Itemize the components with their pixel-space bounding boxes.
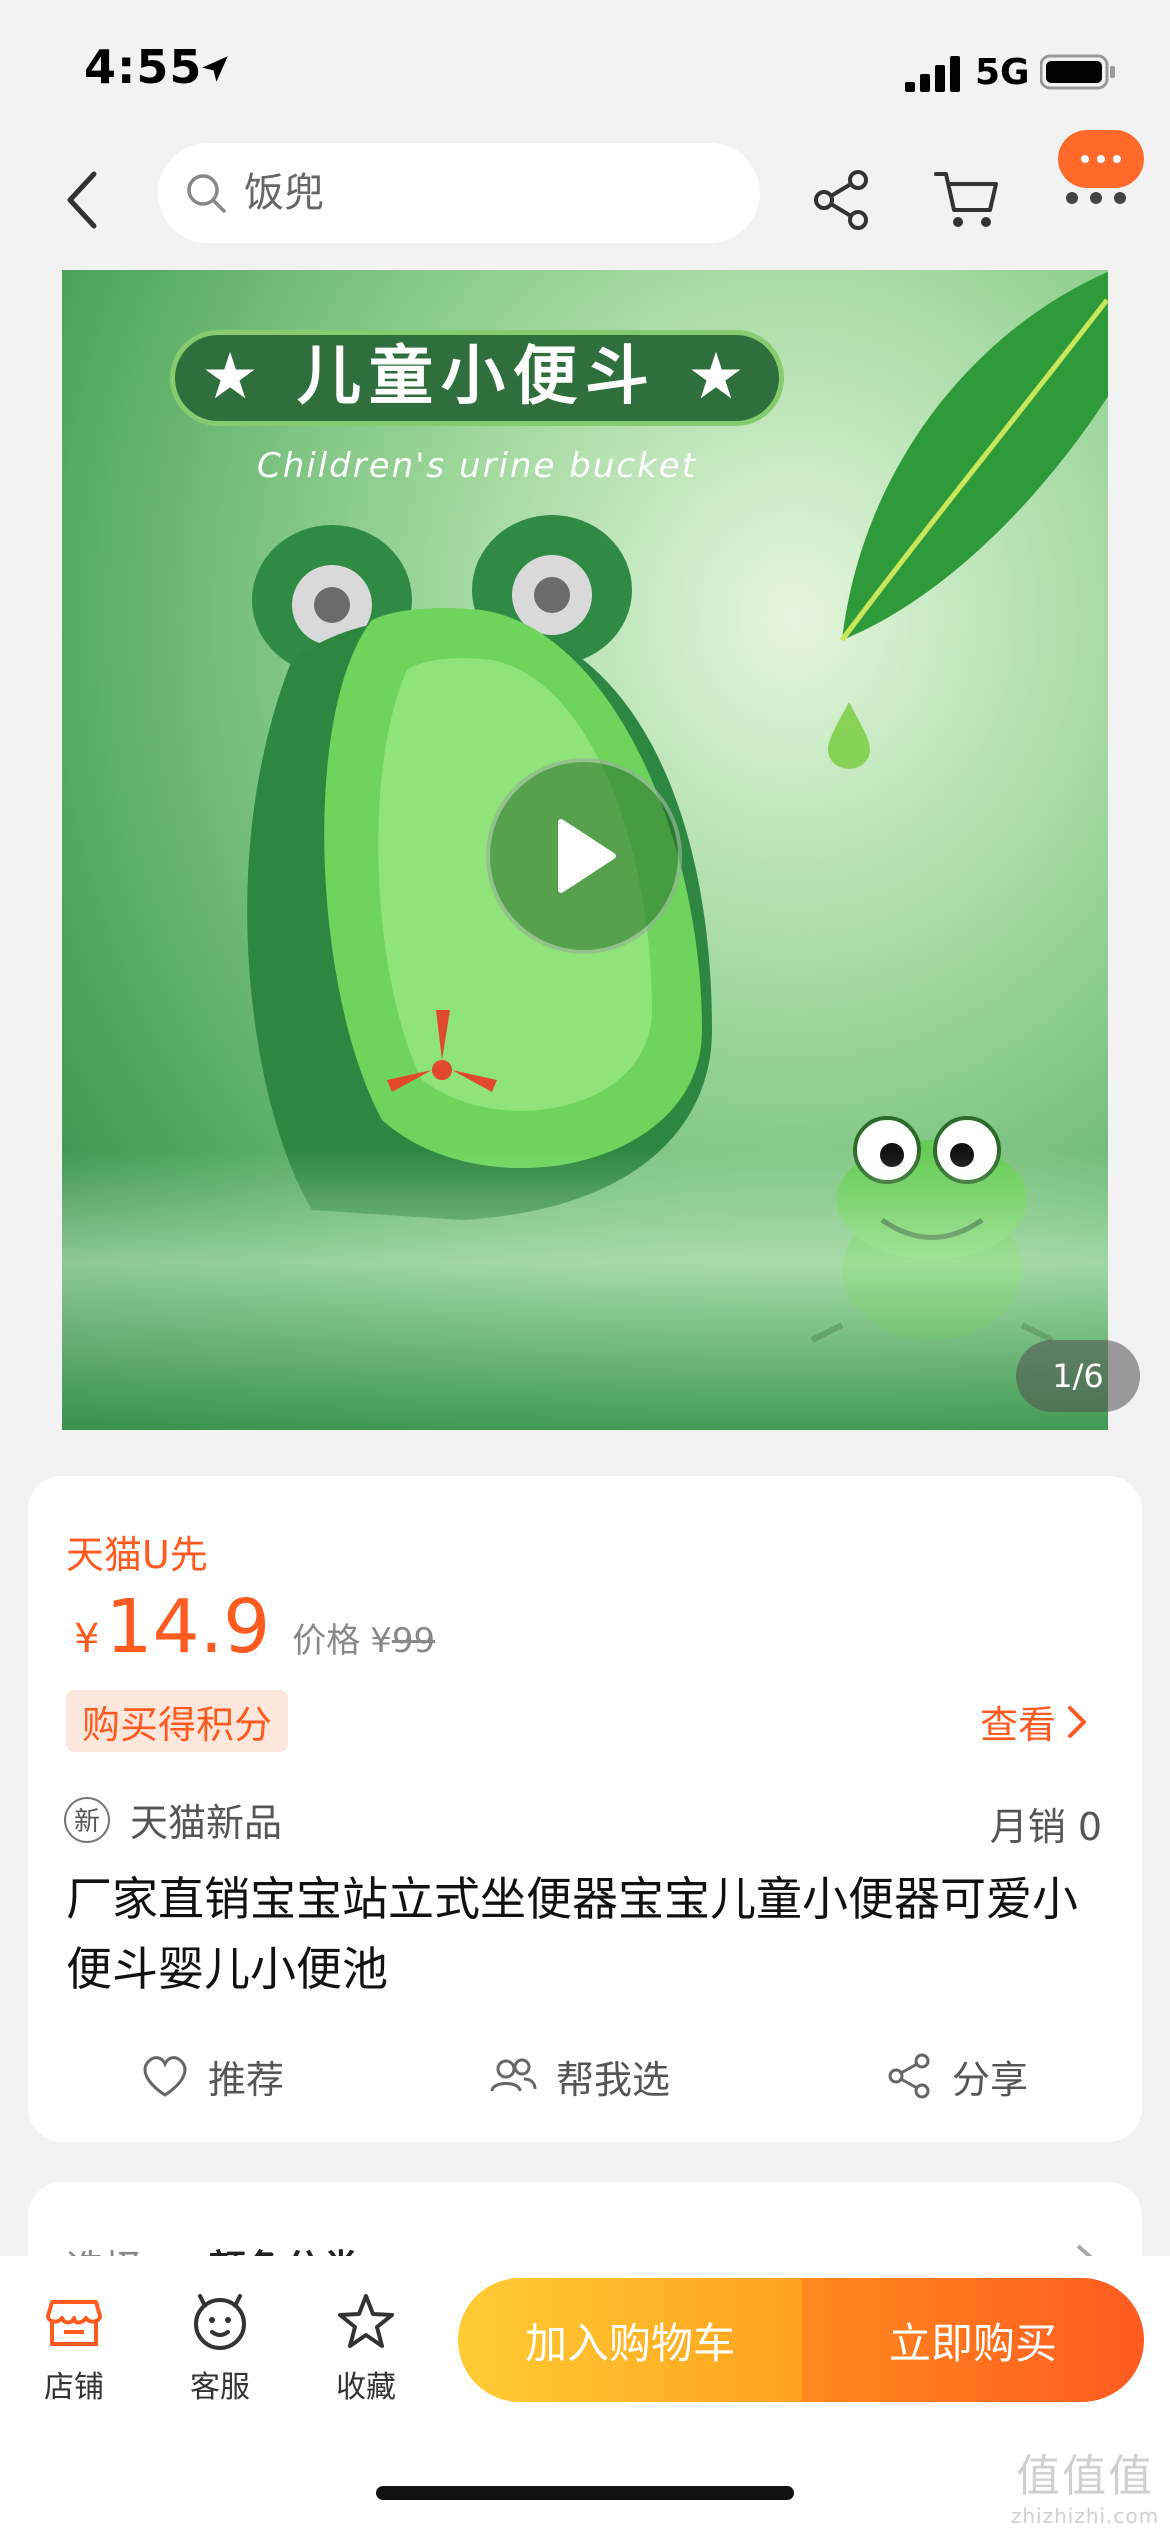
search-input[interactable] bbox=[244, 170, 724, 216]
chevron-left-icon bbox=[67, 171, 97, 229]
price-value: 14.9 bbox=[105, 1584, 271, 1670]
check-link-label: 查看 bbox=[980, 1703, 1057, 1747]
star-icon bbox=[338, 2294, 394, 2348]
cart-icon[interactable] bbox=[932, 166, 1002, 232]
status-bar: 4:55 5G bbox=[0, 0, 1170, 140]
help-choose-label: 帮我选 bbox=[556, 2057, 671, 2102]
water-splash bbox=[62, 1150, 1108, 1430]
product-info-card: 天猫U先 ¥ 14.9 价格 ¥ 99 购买得积分 查看 新 天猫新品 月销 0… bbox=[28, 1476, 1142, 2142]
leaf-illustration bbox=[840, 271, 1108, 642]
tab-favorite[interactable]: 收藏 bbox=[316, 2292, 416, 2406]
battery-icon bbox=[1040, 54, 1115, 90]
search-bar[interactable] bbox=[158, 143, 760, 243]
recommend-button[interactable]: 推荐 bbox=[140, 2036, 284, 2116]
buy-now-button[interactable]: 立即购买 bbox=[802, 2278, 1144, 2402]
more-menu-button[interactable] bbox=[1058, 130, 1144, 210]
original-price-value: 99 bbox=[391, 1621, 436, 1661]
original-price-label: 价格 bbox=[292, 1621, 361, 1661]
image-counter: 1/6 bbox=[1016, 1340, 1140, 1412]
recommend-label: 推荐 bbox=[208, 2057, 285, 2102]
points-badge: 购买得积分 bbox=[66, 1690, 289, 1752]
new-badge-icon: 新 bbox=[64, 1796, 110, 1843]
share-icon bbox=[888, 2053, 930, 2099]
people-icon bbox=[490, 2058, 537, 2092]
product-actions: 推荐 帮我选 分享 bbox=[28, 2036, 1142, 2116]
heart-icon bbox=[143, 2056, 187, 2097]
monthly-sales: 月销 0 bbox=[989, 1805, 1102, 1849]
tab-store[interactable]: 店铺 bbox=[24, 2292, 124, 2406]
help-choose-button[interactable]: 帮我选 bbox=[488, 2036, 670, 2116]
product-image-carousel[interactable]: ★ 儿童小便斗 ★ Children's urine bucket bbox=[62, 270, 1108, 1430]
watermark-logo: 值值值 bbox=[1016, 2451, 1154, 2502]
home-indicator[interactable] bbox=[376, 2486, 794, 2500]
price-row: ¥ 14.9 价格 ¥ 99 bbox=[74, 1584, 435, 1670]
tab-favorite-label: 收藏 bbox=[336, 2370, 396, 2405]
tab-service[interactable]: 客服 bbox=[170, 2292, 270, 2406]
check-link[interactable]: 查看 bbox=[980, 1694, 1088, 1749]
store-icon bbox=[46, 2300, 102, 2346]
product-title: 厂家直销宝宝站立式坐便器宝宝儿童小便器可爱小便斗婴儿小便池 bbox=[66, 1872, 1078, 1996]
share-label: 分享 bbox=[952, 2057, 1029, 2102]
tab-service-label: 客服 bbox=[190, 2370, 250, 2405]
watermark: 值值值 zhizhizhi.com bbox=[1010, 2440, 1160, 2528]
signal-icon bbox=[905, 56, 960, 92]
promo-label: 天猫U先 bbox=[66, 1533, 208, 1577]
tab-store-label: 店铺 bbox=[44, 2370, 104, 2405]
original-price-currency: ¥ bbox=[370, 1621, 392, 1661]
customer-service-icon bbox=[194, 2294, 246, 2350]
share-icon[interactable] bbox=[810, 168, 874, 232]
add-to-cart-button[interactable]: 加入购物车 bbox=[458, 2278, 802, 2402]
hero-banner: ★ 儿童小便斗 ★ bbox=[170, 330, 784, 426]
chevron-right-icon bbox=[1068, 1705, 1087, 1738]
search-icon bbox=[187, 174, 226, 213]
back-button[interactable] bbox=[52, 160, 112, 240]
play-icon bbox=[558, 819, 616, 893]
cta-group: 加入购物车 立即购买 bbox=[458, 2278, 1144, 2402]
new-product-row: 新 天猫新品 bbox=[64, 1792, 282, 1847]
new-product-label: 天猫新品 bbox=[130, 1801, 283, 1845]
more-dots-icon bbox=[1066, 192, 1126, 204]
share-product-button[interactable]: 分享 bbox=[884, 2036, 1028, 2116]
price-currency: ¥ bbox=[74, 1616, 100, 1662]
status-time: 4:55 bbox=[84, 40, 203, 94]
network-type: 5G bbox=[975, 52, 1030, 93]
message-badge bbox=[1058, 130, 1144, 188]
hero-subtitle: Children's urine bucket bbox=[256, 446, 698, 486]
location-arrow-icon bbox=[202, 56, 228, 82]
watermark-url: zhizhizhi.com bbox=[1010, 2504, 1160, 2528]
play-video-button[interactable] bbox=[486, 758, 682, 954]
